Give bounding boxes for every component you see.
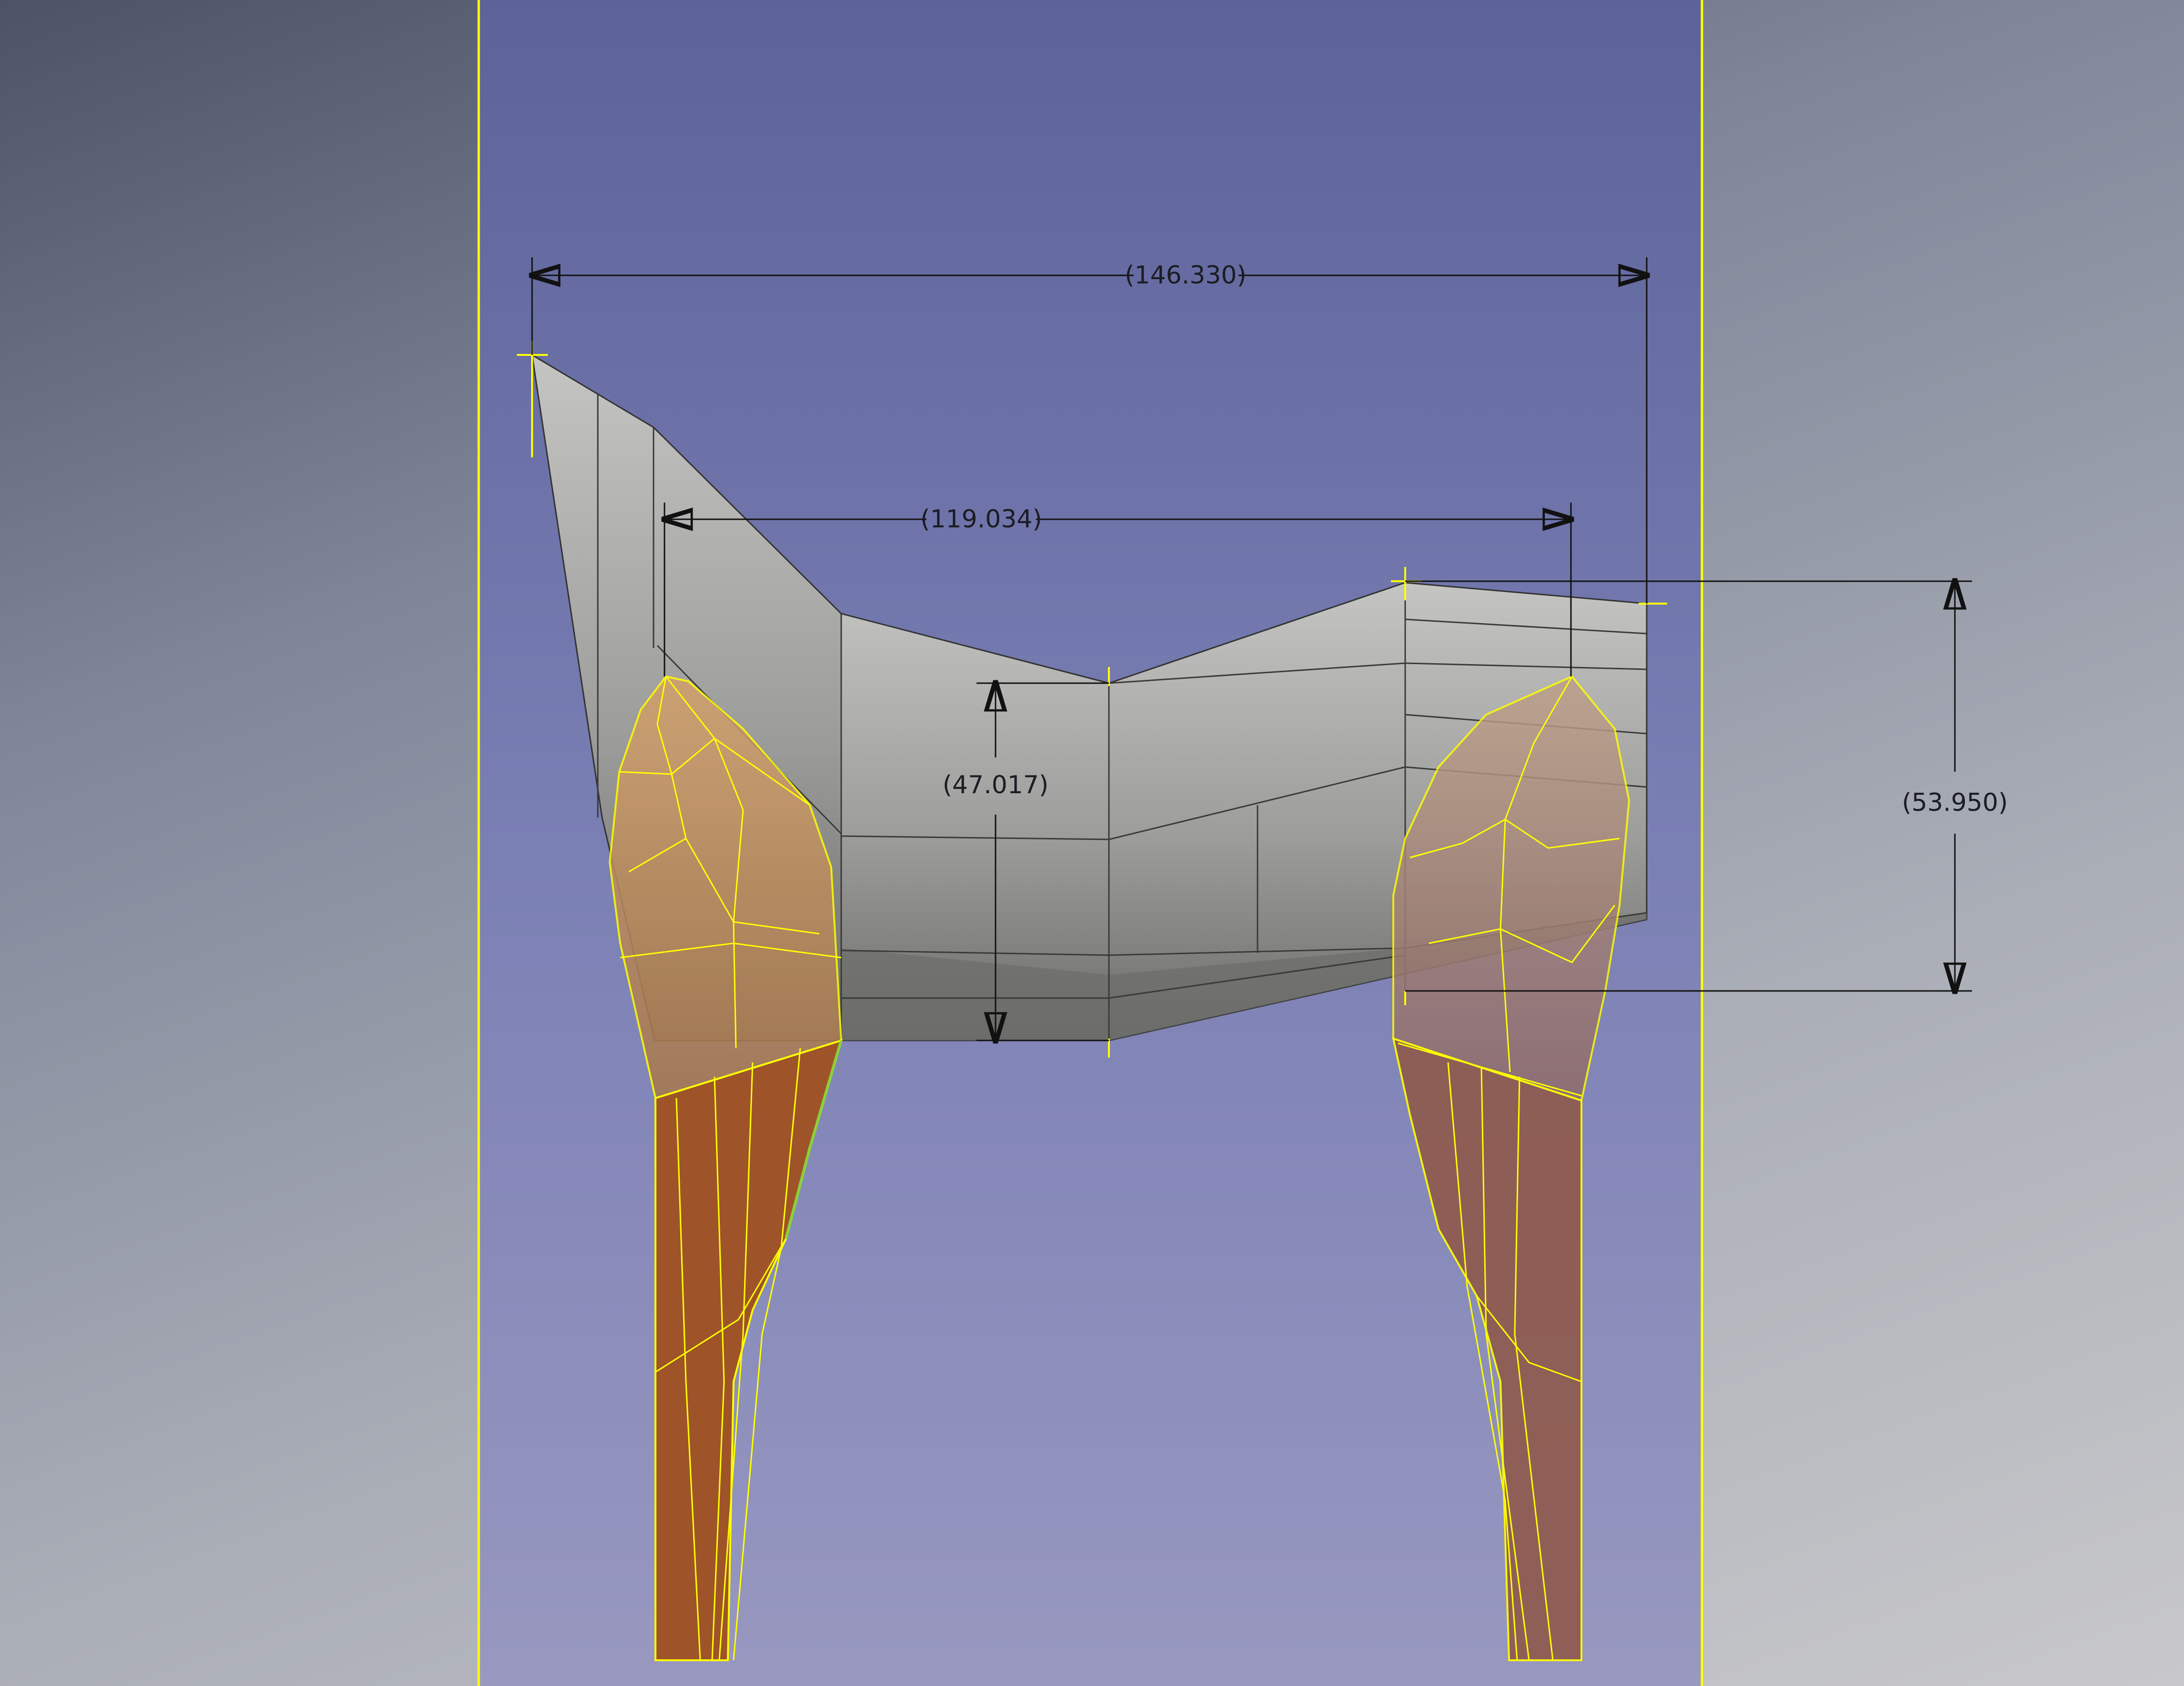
dim-label-right-height[interactable]: (53.950) — [1902, 788, 2008, 817]
dim-label-overall-width[interactable]: (146.330) — [1125, 261, 1247, 290]
dim-label-center-height[interactable]: (47.017) — [943, 771, 1049, 799]
model-canvas[interactable]: (146.330) (119.034) (47.017) (53.950) — [0, 0, 2184, 1686]
cad-viewport[interactable]: (146.330) (119.034) (47.017) (53.950) — [0, 0, 2184, 1686]
dim-label-inner-width[interactable]: (119.034) — [920, 505, 1042, 534]
